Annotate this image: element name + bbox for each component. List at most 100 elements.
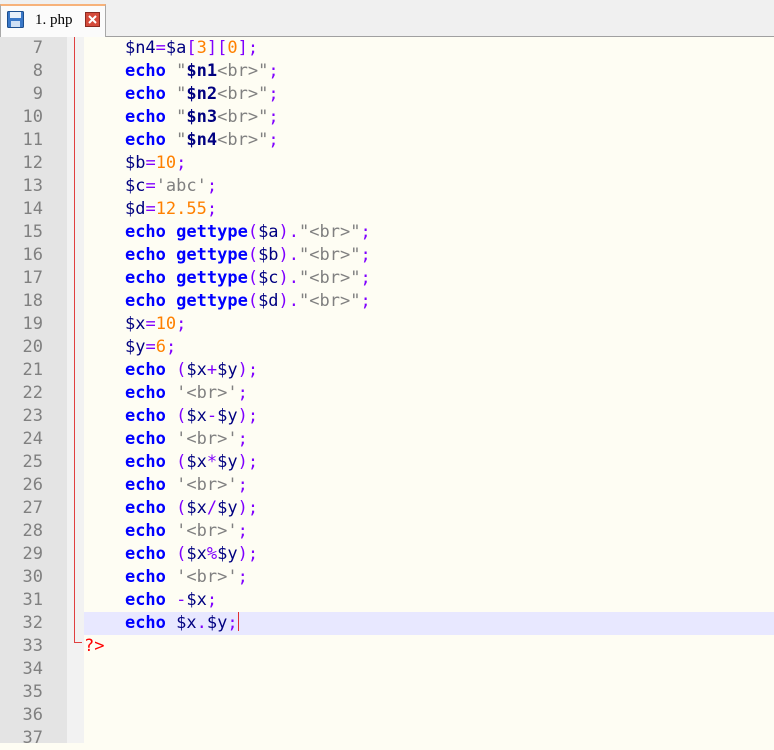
code-line[interactable]: 26 echo '<br>'; [0,474,774,497]
code-token: ); [237,452,259,472]
code-line[interactable]: 28 echo '<br>'; [0,520,774,543]
code-line[interactable]: 31 echo -$x; [0,589,774,612]
line-number: 34 [22,659,43,679]
code-line[interactable]: 32 echo $x.$y; [0,612,774,635]
code-token: " [258,130,269,150]
code-token: ; [227,613,238,633]
code-token: " [258,61,269,81]
code-token: $c [258,268,279,288]
code-line[interactable]: 9 echo "$n2<br>"; [0,83,774,106]
code-line[interactable]: 24 echo '<br>'; [0,428,774,451]
code-token: ( [176,360,187,380]
code-token: gettype [176,245,248,265]
code-token: ]; [237,38,259,58]
code-text: echo '<br>'; [84,566,248,589]
code-line[interactable]: 15 echo gettype($a)."<br>"; [0,221,774,244]
line-number: 33 [22,636,43,656]
code-line[interactable]: 12 $b=10; [0,152,774,175]
code-token: ; [268,130,279,150]
code-text: echo "$n1<br>"; [84,60,279,83]
code-token: gettype [176,222,248,242]
close-icon[interactable] [85,12,100,27]
code-line[interactable]: 13 $c='abc'; [0,175,774,198]
code-token: / [206,498,218,518]
code-token: <br> [217,61,259,81]
code-text: echo ($x%$y); [84,543,258,566]
line-number: 37 [22,728,43,748]
code-line[interactable]: 25 echo ($x*$y); [0,451,774,474]
line-number: 36 [22,705,43,725]
line-number: 16 [22,245,43,265]
tab-1-php[interactable]: 1. php [0,4,106,38]
code-token: ; [206,176,218,196]
code-line[interactable]: 30 echo '<br>'; [0,566,774,589]
code-token: $y [217,544,238,564]
code-token: 0 [227,38,238,58]
code-token: '<br>' [176,521,238,541]
code-line[interactable]: 34 [0,658,774,681]
code-token: echo [124,84,166,104]
code-token: ( [247,268,259,288]
code-token: ( [247,291,259,311]
tab-label: 1. php [35,12,73,28]
code-token: "<br>" [299,245,361,265]
code-line[interactable]: 8 echo "$n1<br>"; [0,60,774,83]
code-line[interactable]: 29 echo ($x%$y); [0,543,774,566]
code-line[interactable]: 17 echo gettype($c)."<br>"; [0,267,774,290]
code-line[interactable]: 10 echo "$n3<br>"; [0,106,774,129]
code-text: $n4=$a[3][0]; [84,37,258,60]
line-number: 24 [22,429,43,449]
code-line[interactable]: 21 echo ($x+$y); [0,359,774,382]
code-token: * [206,452,218,472]
code-line[interactable]: 7 $n4=$a[3][0]; [0,37,774,60]
code-line[interactable]: 37 [0,727,774,750]
code-token: $c [124,176,146,196]
code-token: echo [124,245,166,265]
code-line[interactable]: 11 echo "$n4<br>"; [0,129,774,152]
code-token: <br> [217,84,259,104]
code-token: $d [124,199,146,219]
save-icon[interactable] [7,11,24,28]
code-line[interactable]: 18 echo gettype($d)."<br>"; [0,290,774,313]
code-line[interactable]: 35 [0,681,774,704]
code-text: echo "$n4<br>"; [84,129,279,152]
code-token: 6 [155,337,166,357]
code-token: echo [124,429,166,449]
code-line[interactable]: 20 $y=6; [0,336,774,359]
code-token: 3 [196,38,207,58]
code-token: ( [176,452,187,472]
code-line[interactable]: 36 [0,704,774,727]
line-number: 25 [22,452,43,472]
code-line[interactable]: 27 echo ($x/$y); [0,497,774,520]
code-line[interactable]: 22 echo '<br>'; [0,382,774,405]
line-number: 35 [22,682,43,702]
code-token: echo [124,130,166,150]
line-number: 29 [22,544,43,564]
code-text: echo $x.$y; [84,612,239,635]
code-line[interactable]: 19 $x=10; [0,313,774,336]
line-number: 26 [22,475,43,495]
code-line[interactable]: 14 $d=12.55; [0,198,774,221]
code-token: $x [124,314,146,334]
code-text: echo '<br>'; [84,382,248,405]
code-token: $x [186,544,207,564]
code-token: ; [360,245,371,265]
code-token: echo [124,360,166,380]
code-line[interactable]: 23 echo ($x-$y); [0,405,774,428]
code-token: '<br>' [176,383,238,403]
code-token: " [258,84,269,104]
code-line[interactable]: 33 ?> [0,635,774,658]
code-token: = [145,176,156,196]
code-line[interactable]: 16 echo gettype($b)."<br>"; [0,244,774,267]
code-token: gettype [176,268,248,288]
